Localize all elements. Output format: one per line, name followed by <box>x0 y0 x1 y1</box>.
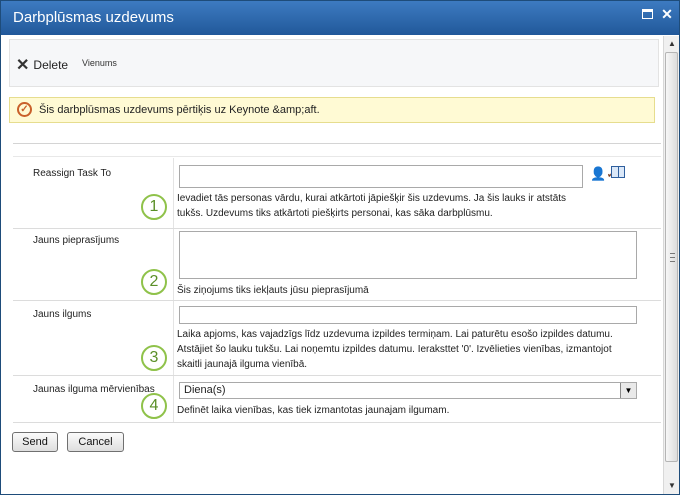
reassign-description-line1: Ievadiet tās personas vārdu, kurai atkār… <box>177 193 567 204</box>
row-separator <box>173 229 174 300</box>
new-request-label: Jauns pieprasījums <box>33 235 120 246</box>
close-icon[interactable]: ✕ <box>660 7 674 21</box>
row-new-request: Jauns pieprasījums 2 Šis ziņojums tiks i… <box>13 229 661 301</box>
row-duration-units: Jaunas ilguma mērvienības Diena(s) ▼ 4 D… <box>13 376 661 423</box>
reassign-label: Reassign Task To <box>33 168 112 179</box>
info-message: Šis darbplūsmas uzdevums pērtiķis uz Key… <box>39 104 320 116</box>
callout-1: 1 <box>141 194 167 220</box>
duration-units-select[interactable]: Diena(s) ▼ <box>179 382 637 399</box>
scroll-thumb[interactable] <box>665 52 678 462</box>
new-request-textarea[interactable] <box>179 231 637 279</box>
duration-units-selected-value: Diena(s) <box>184 384 226 396</box>
new-duration-description-line2: Atstājiet šo lauku tukšu. Lai noņemtu iz… <box>177 344 612 355</box>
new-duration-label: Jauns ilgums <box>33 309 92 320</box>
row-reassign-task: Reassign Task To 👤✓ 1 Ievadiet tās perso… <box>13 158 661 229</box>
callout-2: 2 <box>141 269 167 295</box>
new-duration-description-line1: Laika apjoms, kas vajadzīgs līdz uzdevum… <box>177 329 613 340</box>
delete-label: Delete <box>33 58 69 72</box>
callout-3: 3 <box>141 345 167 371</box>
duration-units-label: Jaunas ilguma mērvienības <box>33 384 155 395</box>
form-header-strip <box>13 143 661 157</box>
dialog-title: Darbplūsmas uzdevums <box>13 9 174 26</box>
vertical-scrollbar[interactable]: ▲ ▼ <box>663 36 679 494</box>
ribbon-toolbar: ✕ Delete Vienums <box>9 39 659 87</box>
workflow-task-dialog: Darbplūsmas uzdevums ✕ ▲ ▼ ✕ Delete Vien… <box>0 0 680 495</box>
delete-x-icon: ✕ <box>16 57 30 74</box>
new-duration-description-line3: skaitli jaunajā ilguma vienībā. <box>177 359 308 370</box>
row-separator <box>173 301 174 375</box>
row-separator <box>173 158 174 228</box>
callout-4: 4 <box>141 393 167 419</box>
grip-icon <box>670 253 675 262</box>
dropdown-arrow-icon[interactable]: ▼ <box>620 383 636 398</box>
dialog-titlebar: Darbplūsmas uzdevums ✕ <box>1 1 679 35</box>
info-bar: ✓ Šis darbplūsmas uzdevums pērtiķis uz K… <box>9 97 655 123</box>
row-new-duration: Jauns ilgums 3 Laika apjoms, kas vajadzī… <box>13 301 661 376</box>
reassign-people-input[interactable] <box>179 165 583 188</box>
ribbon-group-label: Vienums <box>82 58 117 68</box>
send-button[interactable]: Send <box>12 432 58 452</box>
delete-button[interactable]: ✕ Delete <box>16 54 68 76</box>
new-request-description: Šis ziņojums tiks iekļauts jūsu pieprasī… <box>177 285 369 296</box>
checkmark-status-icon: ✓ <box>17 102 32 117</box>
maximize-icon[interactable] <box>641 8 655 21</box>
cancel-button[interactable]: Cancel <box>67 432 124 452</box>
scroll-up-arrow-icon[interactable]: ▲ <box>664 36 680 52</box>
duration-units-description: Definēt laika vienības, kas tiek izmanto… <box>177 405 450 416</box>
row-separator <box>173 376 174 422</box>
new-duration-input[interactable] <box>179 306 637 324</box>
reassign-description-line2: tukšs. Uzdevums tiks atkārtoti piešķirts… <box>177 208 493 219</box>
address-book-icon[interactable] <box>611 166 625 178</box>
scroll-down-arrow-icon[interactable]: ▼ <box>664 478 680 494</box>
task-form: Reassign Task To 👤✓ 1 Ievadiet tās perso… <box>13 143 661 423</box>
